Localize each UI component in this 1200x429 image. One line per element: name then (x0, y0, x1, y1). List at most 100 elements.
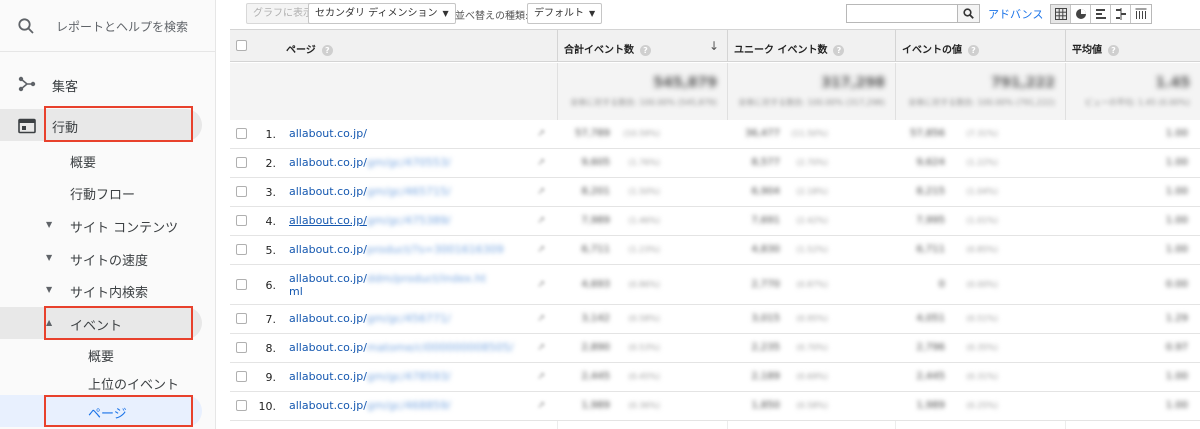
event-value-percent: (0.00%) (966, 280, 998, 289)
event-value-value: 7,995 (916, 215, 945, 226)
page-host: allabout.co.jp/ (289, 127, 367, 140)
row-checkbox[interactable] (236, 157, 247, 168)
sidebar-item-pages[interactable]: ページ (0, 395, 202, 427)
unique-events-value: 1,850 (751, 400, 780, 411)
column-header-label: イベントの値 (902, 45, 962, 56)
sidebar-item-acquisition[interactable]: 集客 (0, 68, 216, 100)
acquisition-icon (18, 76, 36, 92)
performance-view-button[interactable] (1091, 5, 1111, 23)
event-value-value: 1,989 (916, 400, 945, 411)
table-row: 4. allabout.co.jp/gm/gc/475389/ ⇗ 7,989 … (230, 207, 1200, 236)
expand-triangle-icon: ▼ (46, 253, 53, 262)
table-view-button[interactable] (1051, 5, 1071, 23)
open-link-icon[interactable]: ⇗ (537, 244, 545, 255)
page-link[interactable]: allabout.co.jp/gm/gc/470553/ (289, 156, 535, 169)
column-header-event-value[interactable]: イベントの値? (895, 30, 1065, 62)
select-all-checkbox[interactable] (236, 40, 247, 51)
table-filter-input[interactable] (846, 4, 958, 23)
total-events-percent: (0.36%) (628, 401, 660, 410)
sort-type-dropdown[interactable]: デフォルト ▼ (527, 3, 603, 24)
page-link[interactable]: allabout.co.jp/product/?s=3001616309 (289, 243, 535, 256)
row-checkbox[interactable] (236, 128, 247, 139)
open-link-icon[interactable]: ⇗ (537, 279, 545, 290)
page-host: allabout.co.jp/ (289, 214, 367, 227)
help-icon[interactable]: ? (640, 45, 651, 56)
total-events-value: 2,890 (581, 342, 610, 353)
page-host: allabout.co.jp/ (289, 312, 367, 325)
unique-events-percent: (0.95%) (796, 314, 828, 323)
table-view-selector (1050, 4, 1152, 24)
page-link[interactable]: allabout.co.jp/gm/gc/456771/ (289, 312, 535, 325)
page-link[interactable]: allabout.co.jp/gm/gc/465715/ (289, 185, 535, 198)
open-link-icon[interactable]: ⇗ (537, 215, 545, 226)
table-row: 7. allabout.co.jp/gm/gc/456771/ ⇗ 3,142 … (230, 305, 1200, 334)
total-events-total: 545,879 (653, 75, 717, 91)
search-icon (18, 18, 34, 34)
page-link[interactable]: allabout.co.jp/gm/gc/475389/ (289, 214, 535, 227)
sidebar-item-top-events[interactable]: 上位のイベント (0, 366, 216, 398)
event-value-value: 6,711 (916, 244, 945, 255)
sidebar-item-site-search[interactable]: ▼ サイト内検索 (0, 274, 216, 306)
help-icon[interactable]: ? (321, 45, 333, 56)
avg-value-value: 0.00 (1165, 279, 1188, 290)
page-link[interactable]: allabout.co.jp/ (289, 127, 535, 140)
page-link[interactable]: allabout.co.jp/ddm/product/index.ht ml (289, 272, 535, 298)
sidebar-item-site-speed[interactable]: ▼ サイトの速度 (0, 242, 216, 274)
total-events-percent: (0.58%) (628, 314, 660, 323)
sort-type-label: 並べ替えの種類: (455, 11, 529, 22)
advanced-filter-link[interactable]: アドバンス (988, 6, 1043, 22)
column-header-page[interactable]: ページ? (280, 30, 556, 62)
table-filter-search-button[interactable] (958, 4, 980, 23)
column-header-unique-events[interactable]: ユニーク イベント数? (727, 30, 895, 62)
row-checkbox[interactable] (236, 244, 247, 255)
page-link[interactable]: allabout.co.jp/gm/gc/468859/ (289, 399, 535, 412)
page-link[interactable]: allabout.co.jp/gm/gc/478593/ (289, 370, 535, 383)
secondary-dimension-dropdown[interactable]: セカンダリ ディメンション ▼ (308, 3, 456, 24)
row-checkbox[interactable] (236, 342, 247, 353)
help-icon[interactable]: ? (833, 45, 845, 56)
open-link-icon[interactable]: ⇗ (537, 342, 545, 353)
report-help-search[interactable]: レポートとヘルプを検索 (0, 0, 216, 52)
sidebar-item-behavior-flow[interactable]: 行動フロー (0, 176, 216, 208)
total-events-value: 3,142 (581, 313, 610, 324)
sidebar-item-site-content[interactable]: ▼ サイト コンテンツ (0, 209, 216, 241)
pie-view-button[interactable] (1071, 5, 1091, 23)
search-icon (963, 8, 974, 19)
event-value-percent: (0.25%) (966, 401, 998, 410)
unique-events-value: 8,577 (751, 157, 780, 168)
page-link[interactable]: allabout.co.jp/matome/cl000000008505/ (289, 341, 535, 354)
open-link-icon[interactable]: ⇗ (537, 157, 545, 168)
comparison-view-button[interactable] (1111, 5, 1131, 23)
avg-value-value: 1.29 (1165, 313, 1188, 324)
open-link-icon[interactable]: ⇗ (537, 128, 545, 139)
help-icon[interactable]: ? (968, 45, 979, 56)
open-link-icon[interactable]: ⇗ (537, 371, 545, 382)
unique-events-percent: (2.42%) (796, 216, 828, 225)
sidebar-item-events[interactable]: ▲ イベント (0, 307, 202, 339)
total-events-value: 8,201 (581, 186, 610, 197)
open-link-icon[interactable]: ⇗ (537, 186, 545, 197)
row-checkbox[interactable] (236, 371, 247, 382)
help-icon[interactable]: ? (1108, 45, 1119, 56)
row-checkbox[interactable] (236, 400, 247, 411)
column-header-total-events[interactable]: 合計イベント数? ↓ (557, 30, 727, 62)
row-checkbox[interactable] (236, 215, 247, 226)
open-link-icon[interactable]: ⇗ (537, 400, 545, 411)
page-path: gm/gc/456771/ (366, 312, 451, 325)
sidebar-item-label: 上位のイベント (88, 378, 180, 393)
event-value-percent: (0.51%) (966, 314, 998, 323)
row-checkbox[interactable] (236, 279, 247, 290)
unique-events-percent: (0.87%) (796, 280, 828, 289)
sidebar-item-overview[interactable]: 概要 (0, 144, 216, 176)
report-main: グラフに表示 セカンダリ ディメンション ▼ 並べ替えの種類: デフォルト ▼ アド… (230, 0, 1200, 429)
pivot-view-button[interactable] (1131, 5, 1151, 23)
page-path: product/?s=3001616309 (366, 243, 504, 256)
sidebar-item-label: サイト コンテンツ (70, 221, 179, 236)
select-all-cell (230, 30, 256, 62)
row-checkbox[interactable] (236, 313, 247, 324)
column-header-avg-value[interactable]: 平均値? (1065, 30, 1200, 62)
column-header-label: ページ (286, 45, 316, 56)
open-link-icon[interactable]: ⇗ (537, 313, 545, 324)
sidebar-item-behavior[interactable]: 行動 (0, 109, 202, 141)
row-checkbox[interactable] (236, 186, 247, 197)
